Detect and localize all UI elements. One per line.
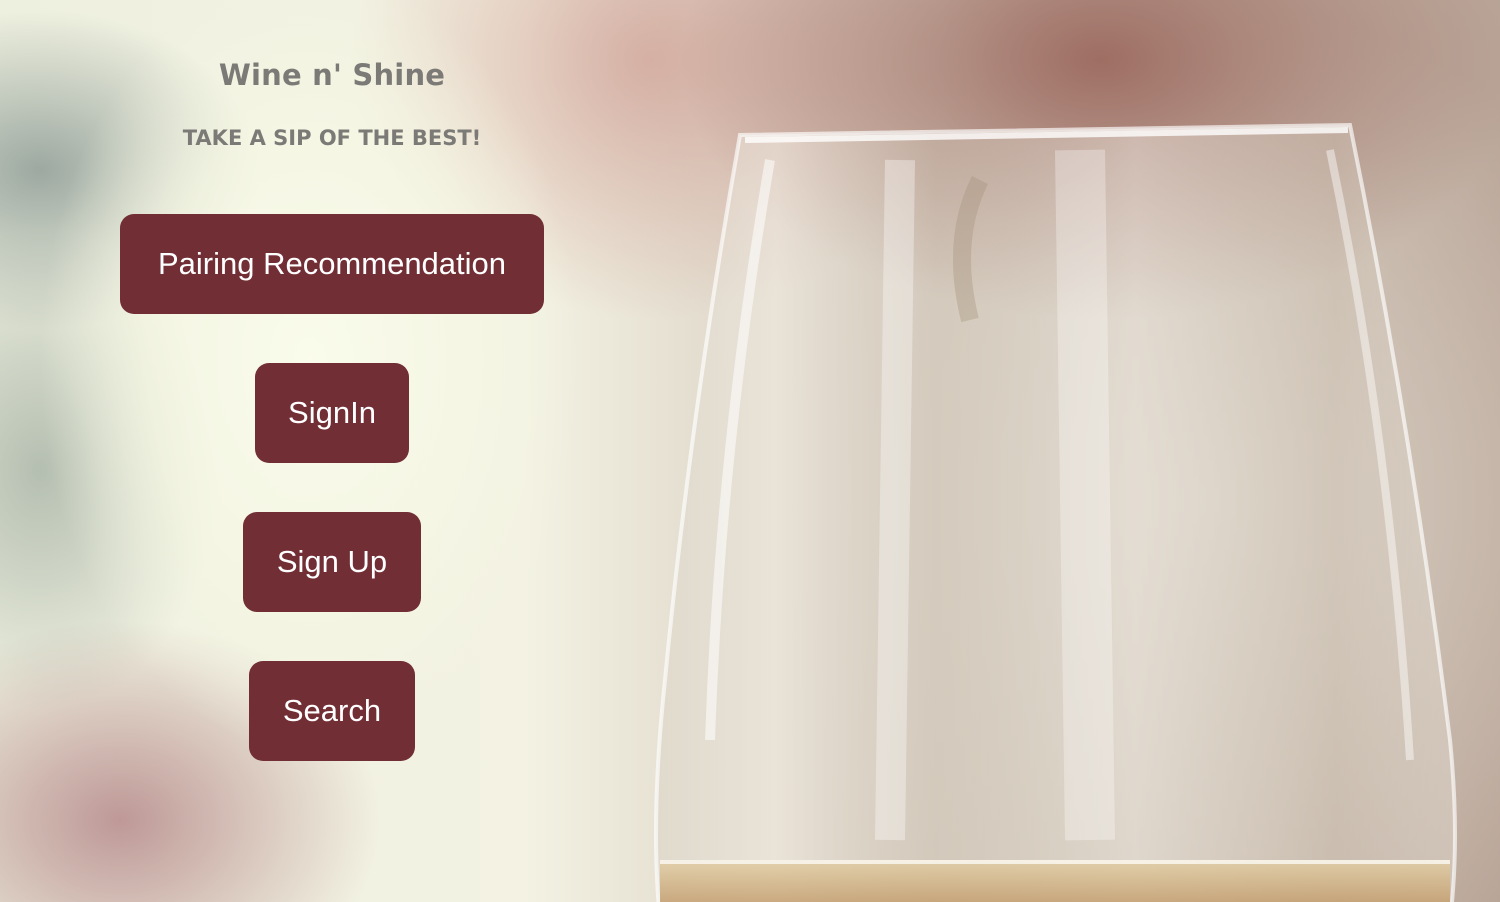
app-title: Wine n' Shine bbox=[218, 58, 446, 92]
signin-button[interactable]: SignIn bbox=[255, 363, 409, 463]
wine-glass-image bbox=[654, 122, 1457, 902]
signup-button[interactable]: Sign Up bbox=[243, 512, 421, 612]
search-button[interactable]: Search bbox=[249, 661, 415, 761]
pairing-recommendation-button[interactable]: Pairing Recommendation bbox=[120, 214, 544, 314]
tagline: TAKE A SIP OF THE BEST! bbox=[182, 126, 482, 150]
